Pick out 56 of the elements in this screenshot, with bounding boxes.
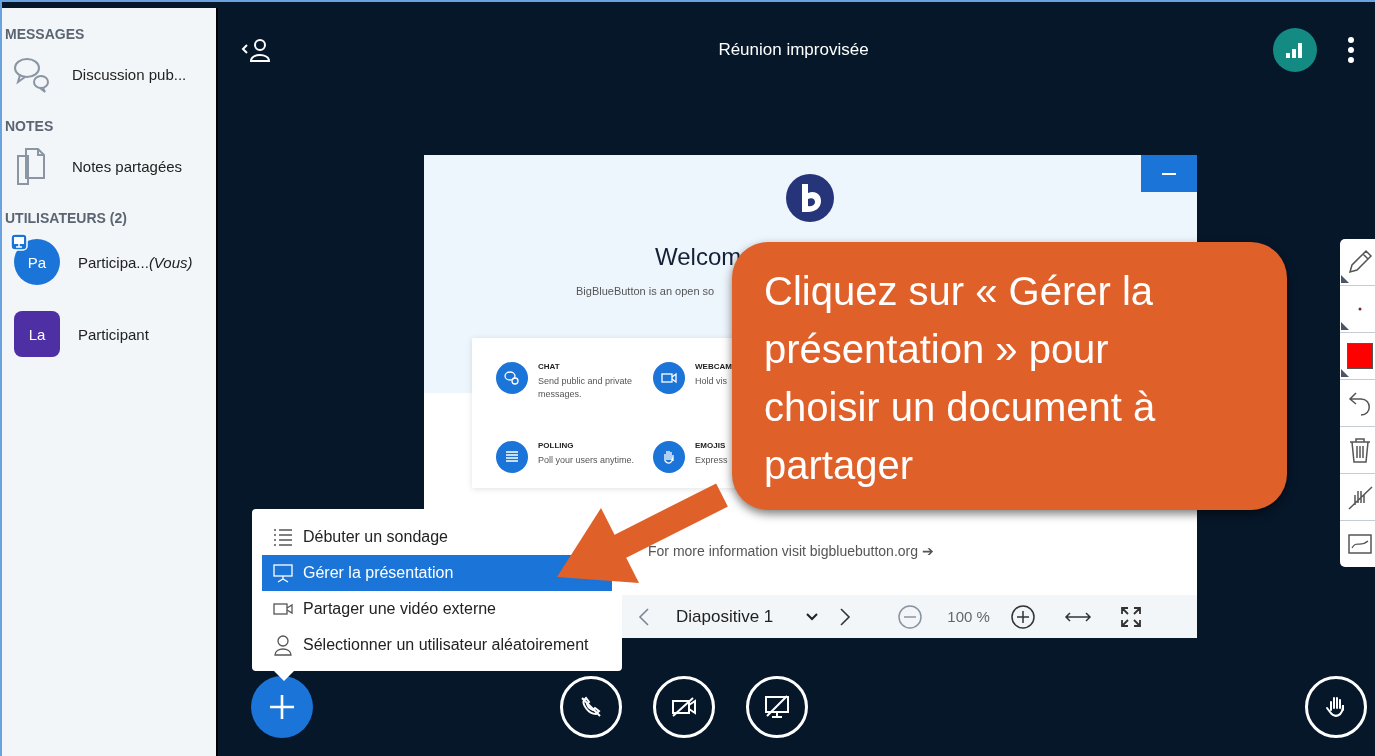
more-options-icon[interactable]	[1347, 36, 1355, 64]
menu-item[interactable]: Gérer la présentation	[262, 555, 612, 591]
sidebar-item[interactable]: Discussion pub...	[72, 65, 187, 83]
more-info-text: For more information visit bigbluebutton.org ➔	[648, 543, 934, 559]
previous-slide-icon[interactable]	[638, 606, 650, 627]
user-name[interactable]: Participa...	[78, 253, 149, 271]
camera-icon	[653, 362, 685, 394]
screen-share-button[interactable]	[746, 676, 808, 738]
list-icon	[272, 526, 294, 548]
feature-description: Hold vis	[695, 375, 728, 388]
audio-button[interactable]	[560, 676, 622, 738]
section-heading: NOTES	[4, 118, 55, 134]
list-icon	[496, 440, 528, 473]
feature-title: POLLING	[538, 440, 575, 450]
slide-subtitle: BigBlueButton is an open so	[576, 285, 715, 297]
presentation-icon	[272, 562, 294, 584]
next-slide-icon[interactable]	[839, 606, 852, 627]
slide-selector[interactable]: Diapositive 1	[676, 606, 774, 627]
crossed-hand-icon	[1346, 483, 1374, 511]
minus-icon	[1162, 172, 1176, 175]
pencil-icon	[1346, 248, 1374, 276]
meeting-title: Réunion improvisée	[717, 40, 870, 60]
chat-icon	[496, 362, 528, 394]
menu-item[interactable]: Débuter un sondage	[262, 519, 448, 555]
fullscreen-icon[interactable]	[1119, 605, 1142, 628]
corner-triangle-icon	[1341, 275, 1349, 283]
feature-description: Send public and private messages.	[538, 375, 634, 401]
section-heading: MESSAGES	[4, 26, 86, 42]
feature-description: Express	[695, 453, 729, 467]
zoom-in-icon[interactable]	[1009, 603, 1036, 630]
logo-icon	[785, 173, 835, 223]
menu-item[interactable]: Partager une vidéo externe	[262, 591, 496, 627]
slide-title: Welcom	[655, 243, 742, 271]
corner-triangle-icon	[1341, 322, 1349, 330]
dropdown-caret-icon[interactable]	[805, 611, 820, 622]
fit-width-icon[interactable]	[1063, 610, 1092, 623]
you-label: (Vous)	[148, 253, 193, 271]
feature-title: CHAT	[538, 362, 561, 371]
feature-description: Poll your users anytime.	[538, 453, 636, 467]
raise-hand-button[interactable]	[1305, 676, 1367, 738]
user-icon	[272, 634, 294, 656]
feature-title: WEBCAM	[695, 362, 733, 371]
connection-status-button[interactable]	[1273, 28, 1317, 72]
corner-triangle-icon	[1341, 369, 1349, 377]
sidebar-item[interactable]: Notes partagées	[72, 157, 183, 175]
hand-icon	[653, 440, 685, 473]
plus-icon	[267, 692, 297, 722]
zoom-level: 100 %	[947, 608, 990, 625]
section-heading: UTILISATEURS (2)	[4, 210, 128, 226]
zoom-out-icon[interactable]	[897, 603, 924, 630]
menu-item[interactable]: Sélectionner un utilisateur aléatoirement	[262, 627, 589, 663]
feature-title: EMOJIS	[695, 440, 727, 450]
user-name[interactable]: Participant	[78, 325, 149, 343]
user-avatar: La	[14, 311, 60, 357]
camera-button[interactable]	[653, 676, 715, 738]
dot-icon	[1358, 307, 1362, 311]
